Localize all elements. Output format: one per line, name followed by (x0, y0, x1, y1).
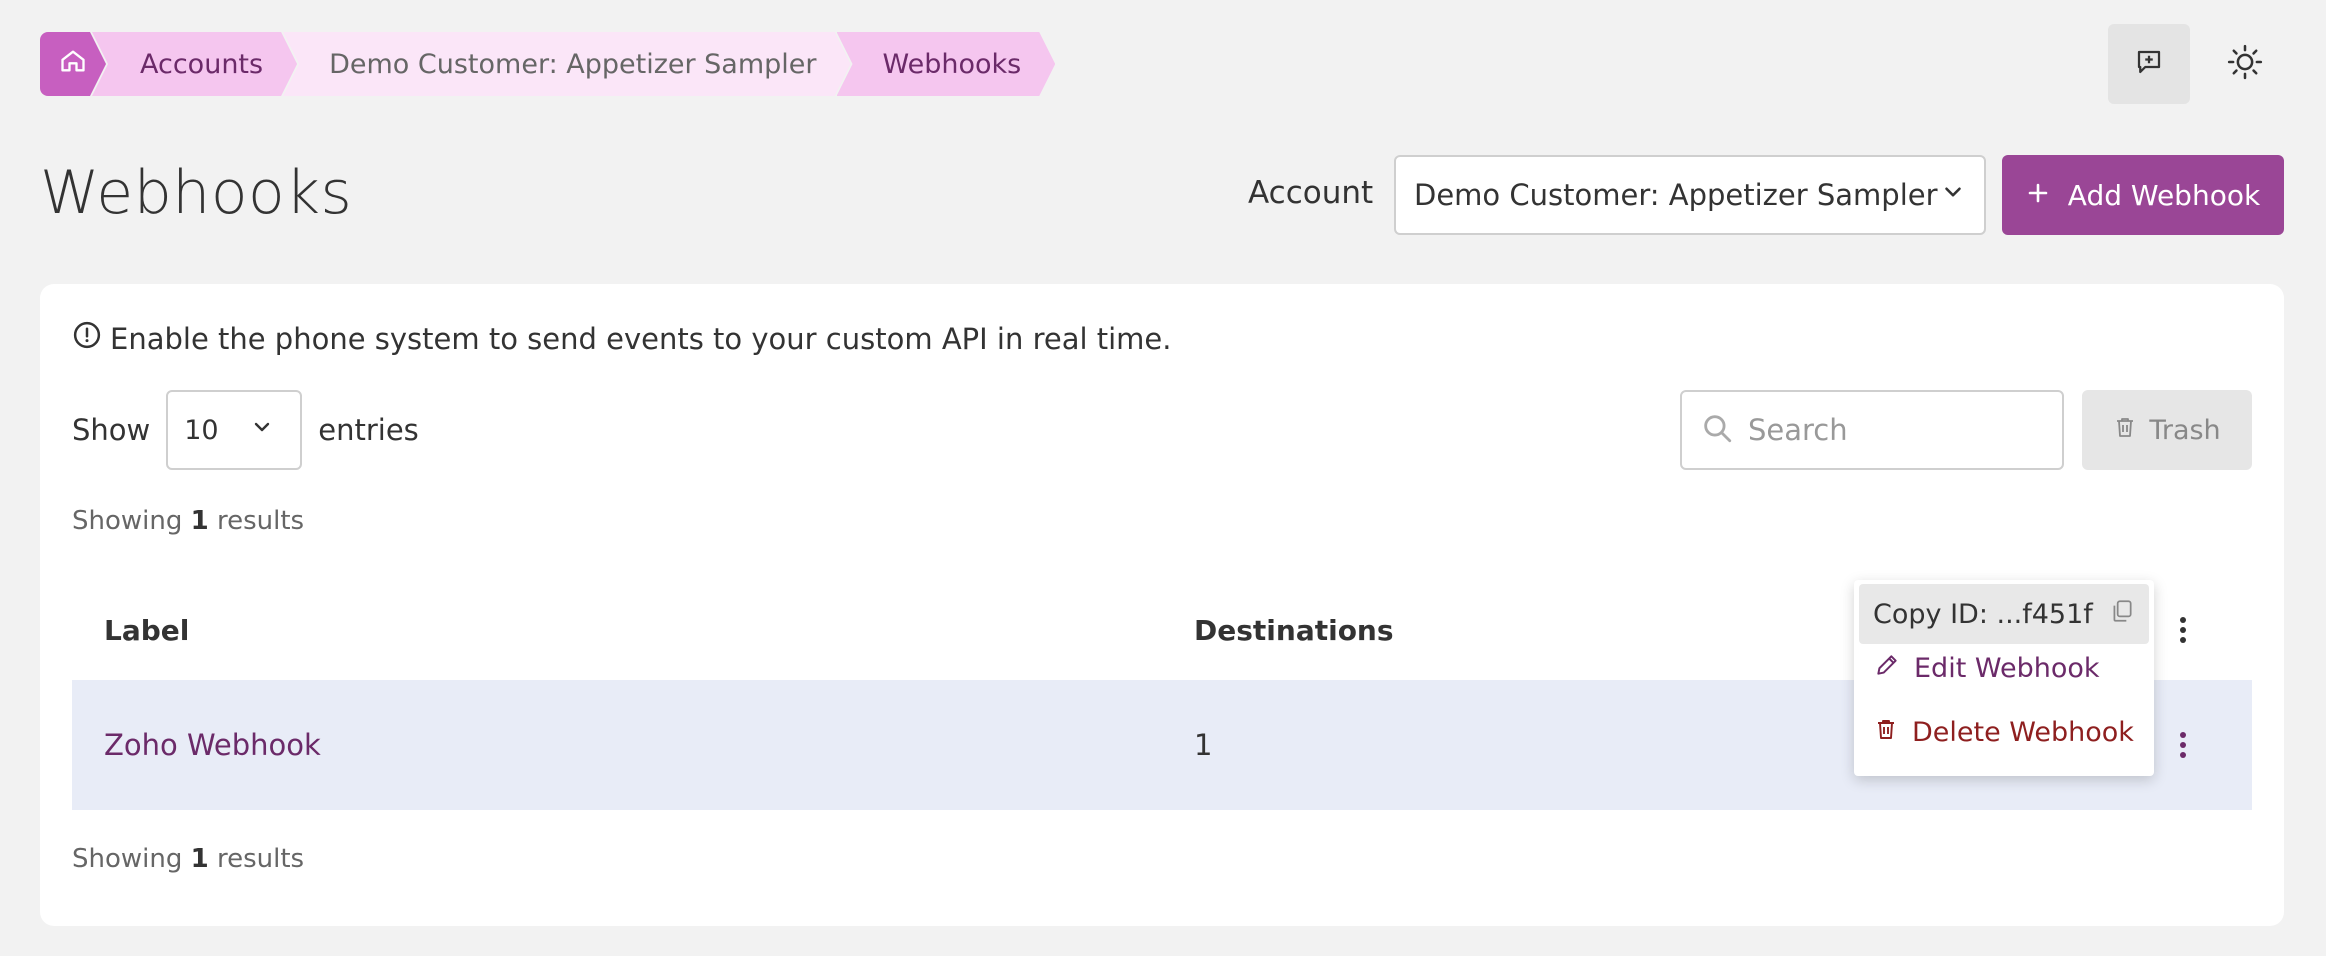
entries-select[interactable]: 10 (166, 390, 303, 470)
search-input[interactable] (1748, 413, 2048, 447)
delete-webhook-label: Delete Webhook (1912, 717, 2134, 748)
results-count-top: Showing 1 results (72, 506, 304, 536)
breadcrumb-label: Demo Customer: Appetizer Sampler (329, 48, 817, 80)
breadcrumb-account[interactable]: Demo Customer: Appetizer Sampler (283, 32, 850, 96)
copy-id-button[interactable]: Copy ID: ...f451f (1859, 584, 2149, 644)
feedback-button[interactable] (2108, 24, 2190, 104)
results-prefix: Showing (72, 506, 183, 536)
delete-webhook-button[interactable]: Delete Webhook (1874, 716, 2134, 749)
chevron-down-icon (1940, 178, 1966, 212)
copy-id-label: Copy ID: ...f451f (1873, 598, 2093, 630)
results-prefix: Showing (72, 844, 183, 874)
results-count-bottom: Showing 1 results (72, 844, 304, 874)
info-icon (72, 320, 102, 357)
search-icon (1700, 411, 1734, 449)
trash-label: Trash (2149, 414, 2221, 446)
trash-icon (1874, 716, 1898, 749)
account-select[interactable]: Demo Customer: Appetizer Sampler (1394, 155, 1986, 235)
row-actions-menu: Copy ID: ...f451f Edit Webhook Delete We… (1854, 580, 2154, 776)
page-title: Webhooks (40, 158, 353, 228)
trash-icon (2113, 414, 2137, 447)
add-webhook-label: Add Webhook (2067, 178, 2261, 212)
copy-icon (2109, 598, 2135, 631)
header-more-icon[interactable] (2168, 610, 2198, 650)
webhook-destinations: 1 (1194, 728, 1213, 762)
sun-icon (2226, 43, 2264, 85)
webhook-label-link[interactable]: Zoho Webhook (104, 728, 321, 762)
search-field[interactable] (1680, 390, 2064, 470)
pencil-icon (1874, 652, 1900, 685)
row-more-icon[interactable] (2168, 725, 2198, 765)
breadcrumb-home[interactable] (40, 32, 106, 96)
entries-control: Show 10 entries (72, 390, 419, 470)
breadcrumb: Accounts Demo Customer: Appetizer Sample… (40, 32, 1041, 96)
home-icon (59, 47, 87, 82)
feedback-icon (2134, 47, 2164, 81)
results-suffix: results (217, 844, 305, 874)
breadcrumb-label: Webhooks (882, 48, 1022, 80)
add-webhook-button[interactable]: Add Webhook (2002, 155, 2284, 235)
show-label: Show (72, 413, 151, 447)
column-header-label[interactable]: Label (104, 614, 189, 647)
results-suffix: results (217, 506, 305, 536)
column-header-destinations[interactable]: Destinations (1194, 614, 1394, 647)
account-label: Account (1248, 175, 1374, 211)
breadcrumb-webhooks[interactable]: Webhooks (837, 32, 1056, 96)
theme-toggle-button[interactable] (2204, 24, 2286, 104)
entries-label: entries (318, 413, 419, 447)
entries-value: 10 (184, 414, 219, 446)
breadcrumb-label: Accounts (140, 48, 264, 80)
chevron-down-icon (250, 415, 274, 446)
trash-button[interactable]: Trash (2082, 390, 2252, 470)
info-banner: Enable the phone system to send events t… (72, 320, 1172, 357)
info-text: Enable the phone system to send events t… (110, 321, 1172, 356)
breadcrumb-accounts[interactable]: Accounts (92, 32, 297, 96)
edit-webhook-button[interactable]: Edit Webhook (1874, 652, 2100, 685)
plus-icon (2026, 179, 2050, 212)
account-select-value: Demo Customer: Appetizer Sampler (1414, 178, 1938, 212)
results-number: 1 (190, 506, 209, 536)
results-number: 1 (190, 844, 209, 874)
edit-webhook-label: Edit Webhook (1914, 653, 2100, 684)
